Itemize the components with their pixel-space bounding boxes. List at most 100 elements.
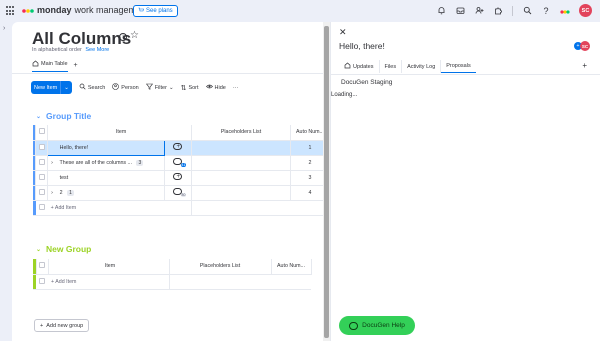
subitem-count-badge[interactable]: 3 bbox=[136, 159, 144, 166]
chevron-right-icon[interactable]: › bbox=[51, 160, 58, 166]
chevron-down-icon[interactable]: ⌄ bbox=[64, 85, 69, 91]
user-avatar[interactable]: SC bbox=[579, 4, 592, 17]
board-subtitle: In alphabetical order See More bbox=[32, 47, 109, 53]
updates-bubble-icon[interactable]: 41 bbox=[173, 158, 187, 167]
panel-tabs: Updates Files Activity Log Proposals bbox=[339, 60, 476, 73]
left-rail: › bbox=[0, 22, 12, 341]
placeholders-cell[interactable] bbox=[191, 140, 291, 156]
select-all-cell bbox=[36, 259, 49, 275]
updates-cell[interactable]: + bbox=[164, 140, 193, 156]
placeholders-cell[interactable] bbox=[191, 155, 291, 171]
see-plans-button[interactable]: See plans bbox=[133, 5, 178, 17]
updates-cell[interactable]: 80 bbox=[164, 185, 193, 201]
cart-icon bbox=[138, 7, 144, 15]
star-icon[interactable]: ☆ bbox=[130, 30, 139, 41]
add-view-button[interactable]: + bbox=[74, 62, 78, 69]
group-title-2[interactable]: ⌄ New Group bbox=[36, 244, 91, 254]
close-icon[interactable]: ✕ bbox=[339, 27, 347, 38]
chevron-right-icon[interactable]: › bbox=[51, 190, 58, 196]
column-header-item[interactable]: Item bbox=[47, 125, 193, 141]
column-header-item[interactable]: Item bbox=[48, 259, 170, 275]
panel-item-title[interactable]: Hello, there! bbox=[339, 41, 385, 51]
column-header-placeholders[interactable]: Placeholders List bbox=[191, 125, 291, 141]
table-row[interactable]: › These are all of the columns ... 3 41 … bbox=[33, 155, 330, 171]
item-name-cell[interactable]: › These are all of the columns ... 3 bbox=[47, 155, 165, 171]
updates-count: 80 bbox=[180, 193, 187, 197]
chevron-down-icon[interactable]: ⌄ bbox=[36, 246, 41, 253]
add-item-input[interactable]: + Add Item bbox=[48, 274, 169, 290]
item-name[interactable]: These are all of the columns ... bbox=[60, 160, 132, 166]
table-row[interactable]: › 2 1 80 4 bbox=[33, 185, 330, 201]
board-title[interactable]: All Columns bbox=[32, 29, 131, 49]
item-name[interactable]: test bbox=[60, 175, 69, 181]
subitem-count-badge[interactable]: 1 bbox=[67, 189, 74, 196]
row-checkbox[interactable] bbox=[38, 143, 45, 150]
item-name-cell[interactable]: Hello, there! bbox=[47, 139, 165, 156]
filter-button[interactable]: Filter ⌄ bbox=[145, 83, 174, 92]
tab-proposals[interactable]: Proposals bbox=[441, 60, 476, 73]
add-group-button[interactable]: + Add new group bbox=[34, 319, 90, 332]
select-all-checkbox[interactable] bbox=[38, 128, 45, 135]
sort-icon: ⇅ bbox=[180, 84, 187, 92]
bell-icon[interactable] bbox=[436, 6, 446, 16]
apps-grid-icon[interactable] bbox=[6, 6, 16, 16]
add-item-row[interactable]: + Add Item bbox=[33, 274, 311, 290]
hide-label: Hide bbox=[214, 84, 226, 91]
updates-cell[interactable]: 41 bbox=[164, 155, 193, 171]
subscriber-avatar[interactable]: SC bbox=[580, 41, 590, 51]
tab-activity-log[interactable]: Activity Log bbox=[402, 60, 442, 73]
logo[interactable]: monday work management bbox=[22, 5, 149, 15]
panel-subscribers[interactable]: + SC bbox=[574, 41, 590, 51]
item-name-cell[interactable]: test bbox=[47, 170, 165, 186]
add-panel-tab-button[interactable]: + bbox=[582, 61, 587, 70]
table-row[interactable]: test + 3 bbox=[33, 170, 330, 186]
board-scrollbar[interactable] bbox=[323, 22, 330, 341]
scrollbar-thumb[interactable] bbox=[324, 26, 329, 338]
row-checkbox[interactable] bbox=[38, 188, 45, 195]
board-area: All Columns i ☆ In alphabetical order Se… bbox=[12, 22, 330, 341]
select-all-checkbox[interactable] bbox=[39, 262, 45, 269]
tab-files[interactable]: Files bbox=[380, 60, 403, 73]
sort-button[interactable]: ⇅ Sort bbox=[181, 84, 199, 92]
chevron-down-icon[interactable]: ⌄ bbox=[36, 113, 41, 120]
column-header-placeholders[interactable]: Placeholders List bbox=[169, 259, 272, 275]
item-name[interactable]: Hello, there! bbox=[60, 145, 89, 151]
inbox-icon[interactable] bbox=[455, 6, 465, 16]
help-icon[interactable]: ? bbox=[541, 6, 551, 16]
row-checkbox[interactable] bbox=[38, 158, 45, 165]
monday-mini-logo-icon[interactable] bbox=[560, 6, 570, 16]
placeholders-cell[interactable] bbox=[191, 170, 291, 186]
search-icon[interactable] bbox=[522, 6, 532, 16]
add-item-checkbox bbox=[38, 203, 45, 210]
top-bar: monday work management See plans ? SC bbox=[0, 0, 600, 22]
docugen-help-button[interactable]: DocuGen Help bbox=[339, 316, 415, 335]
add-item-input[interactable]: + Add Item bbox=[47, 200, 192, 216]
column-header-auto-num[interactable]: Auto Num... bbox=[271, 259, 312, 275]
updates-cell[interactable]: + bbox=[164, 170, 193, 186]
person-filter-button[interactable]: Person bbox=[112, 83, 139, 92]
row-select-cell bbox=[35, 185, 49, 201]
hide-button[interactable]: Hide bbox=[205, 83, 226, 92]
item-name-cell[interactable]: › 2 1 bbox=[47, 185, 165, 201]
see-more-link[interactable]: See More bbox=[85, 47, 109, 53]
placeholders-cell[interactable] bbox=[191, 185, 291, 201]
group-title-1[interactable]: ⌄ Group Title bbox=[36, 111, 91, 121]
new-item-button[interactable]: New Item ⌄ bbox=[31, 81, 72, 94]
add-update-icon[interactable]: + bbox=[173, 143, 183, 150]
add-group-label: Add new group bbox=[46, 322, 84, 329]
tab-main-table[interactable]: Main Table bbox=[32, 60, 68, 72]
add-update-icon[interactable]: + bbox=[173, 173, 183, 180]
invite-members-icon[interactable] bbox=[474, 6, 484, 16]
puzzle-apps-icon[interactable] bbox=[493, 6, 503, 16]
add-item-empty-cell bbox=[191, 200, 291, 216]
add-item-row[interactable]: + Add Item bbox=[33, 200, 330, 216]
row-checkbox[interactable] bbox=[38, 173, 45, 180]
info-icon[interactable]: i bbox=[119, 33, 127, 41]
more-options-button[interactable]: ··· bbox=[233, 85, 239, 91]
chevron-right-icon[interactable]: › bbox=[3, 25, 5, 32]
updates-bubble-icon[interactable]: 80 bbox=[173, 188, 187, 197]
table-row[interactable]: Hello, there! + 1 bbox=[33, 139, 330, 156]
tab-updates[interactable]: Updates bbox=[339, 60, 380, 73]
item-name[interactable]: 2 bbox=[60, 190, 63, 196]
search-button[interactable]: Search bbox=[79, 83, 105, 92]
